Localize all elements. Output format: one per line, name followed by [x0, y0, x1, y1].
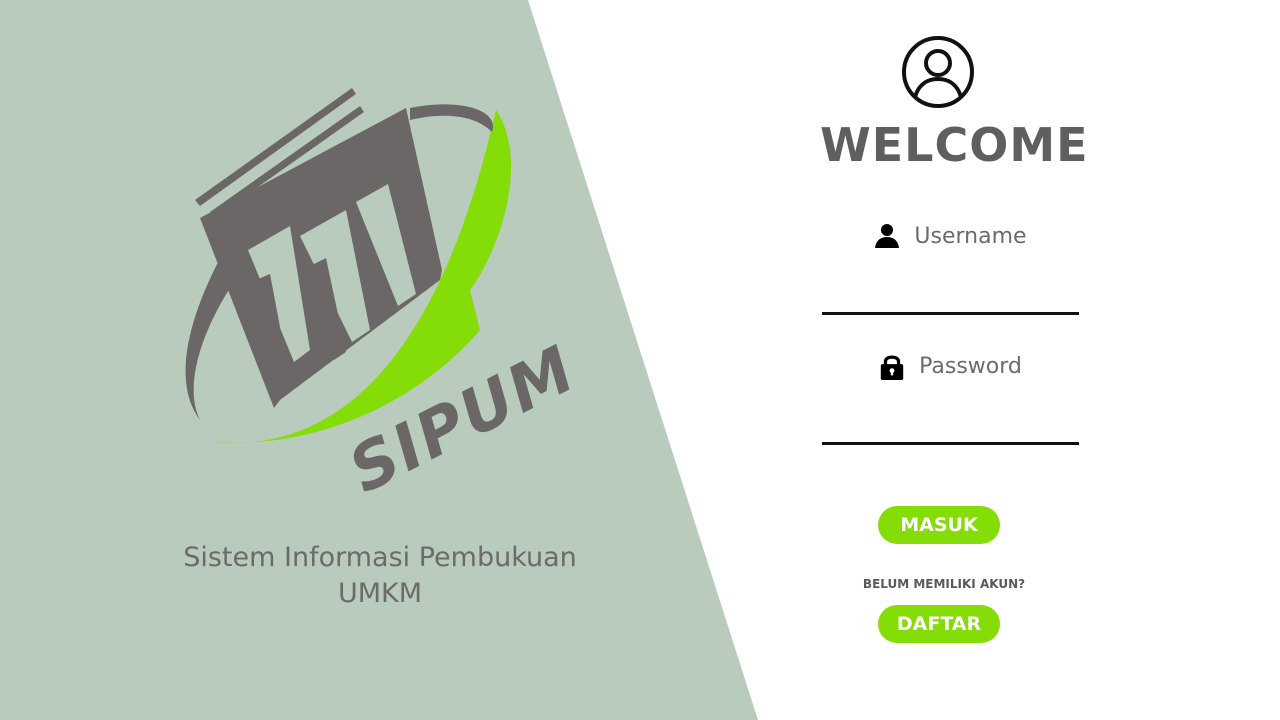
- password-row[interactable]: Password: [822, 352, 1079, 380]
- sipum-logo: SIPUM: [185, 88, 570, 500]
- tagline-line-2: UMKM: [337, 578, 423, 609]
- welcome-title: WELCOME: [820, 118, 1089, 172]
- user-icon: [875, 224, 900, 248]
- password-input[interactable]: Password: [919, 354, 1022, 379]
- tagline-line-1: Sistem Informasi Pembukuan: [183, 542, 577, 573]
- lock-icon: [880, 355, 904, 380]
- login-button[interactable]: MASUK: [878, 506, 1000, 544]
- register-button[interactable]: DAFTAR: [878, 605, 1000, 643]
- password-field[interactable]: Password: [822, 354, 1079, 445]
- app-tagline: Sistem Informasi Pembukuan UMKM: [150, 540, 610, 612]
- logo-wordmark: SIPUM: [338, 332, 570, 500]
- user-circle-icon: [902, 36, 974, 108]
- username-input[interactable]: Username: [914, 224, 1026, 249]
- brand-panel: SIPUM Sistem Informasi Pembukuan UMKM: [0, 0, 758, 720]
- username-row[interactable]: Username: [822, 222, 1079, 250]
- username-field[interactable]: Username: [822, 224, 1079, 315]
- no-account-text: BELUM MEMILIKI AKUN?: [862, 577, 1026, 591]
